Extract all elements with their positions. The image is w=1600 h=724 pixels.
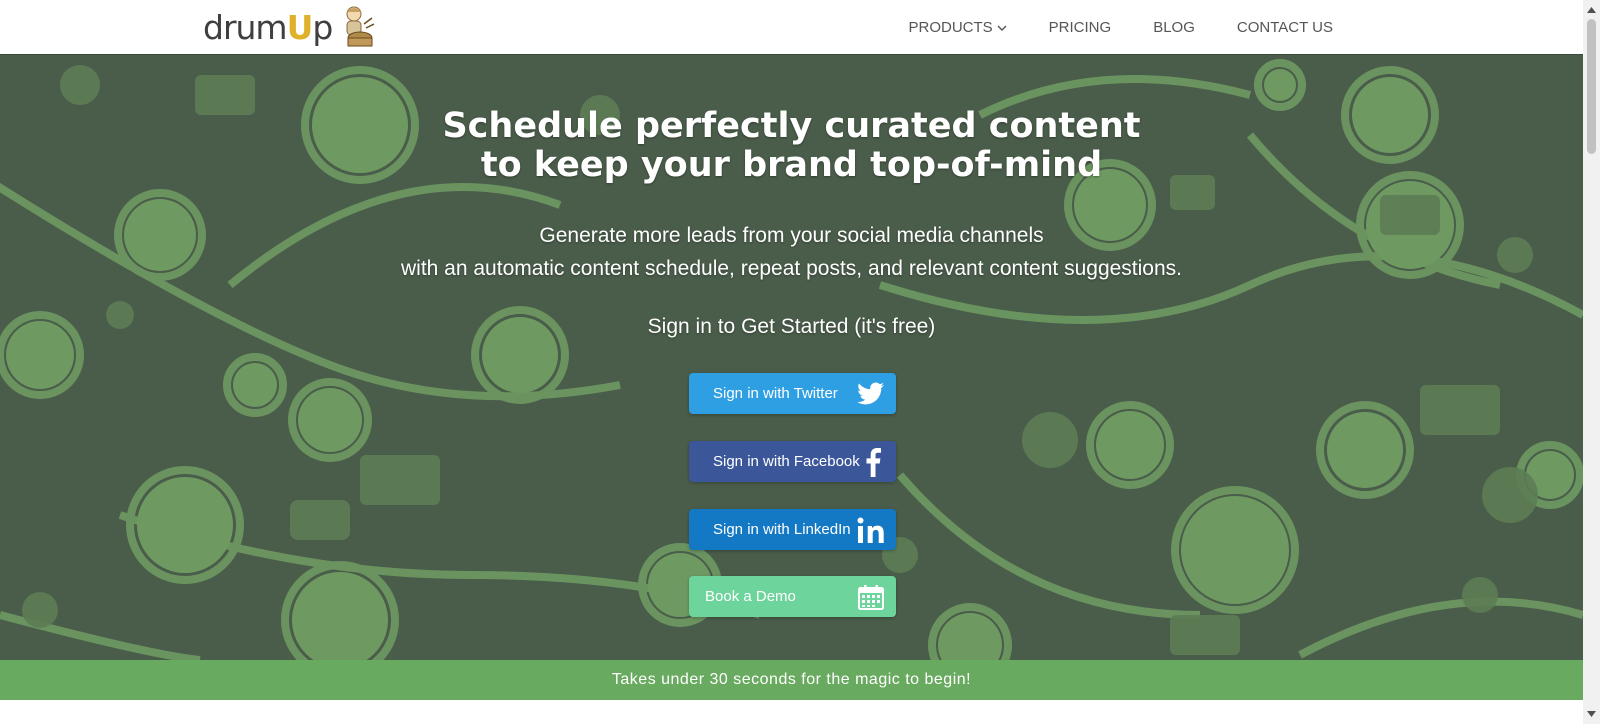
vertical-scrollbar[interactable] (1583, 0, 1600, 724)
hero-subheading-line1: Generate more leads from your social med… (539, 224, 1044, 247)
nav-blog[interactable]: BLOG (1153, 19, 1195, 36)
scroll-down-arrow-icon[interactable] (1583, 706, 1600, 722)
hero-content: Schedule perfectly curated content to ke… (0, 55, 1583, 660)
calendar-icon (856, 582, 886, 612)
hero-headline-line1: Schedule perfectly curated content (442, 106, 1141, 146)
sign-in-linkedin-label: Sign in with LinkedIn (713, 521, 851, 538)
sign-in-twitter-label: Sign in with Twitter (713, 385, 838, 402)
drumup-logo[interactable]: drumUp (203, 4, 376, 50)
twitter-bird-icon (856, 379, 886, 409)
nav-products[interactable]: PRODUCTS (909, 19, 1007, 36)
hero-headline: Schedule perfectly curated content to ke… (0, 107, 1583, 185)
hero-section: Schedule perfectly curated content to ke… (0, 55, 1583, 660)
drummer-mascot-icon (346, 6, 375, 47)
linkedin-in-icon (856, 515, 886, 545)
nav-pricing[interactable]: PRICING (1049, 19, 1112, 36)
signin-prompt: Sign in to Get Started (it's free) (647, 315, 936, 338)
page: drumUp PRODUCTS PRICING BLOG CONTACT US (0, 0, 1600, 724)
sign-in-linkedin-button[interactable]: Sign in with LinkedIn (689, 509, 896, 550)
logo-wordmark: drumUp (203, 7, 333, 47)
hero-subheading: Generate more leads from your social med… (0, 219, 1583, 285)
sign-in-twitter-button[interactable]: Sign in with Twitter (689, 373, 896, 414)
info-banner-text: Takes under 30 seconds for the magic to … (611, 671, 972, 688)
nav-products-label: PRODUCTS (908, 19, 993, 36)
nav-contact-us[interactable]: CONTACT US (1237, 19, 1333, 36)
sign-in-facebook-button[interactable]: Sign in with Facebook (689, 441, 896, 482)
scroll-up-arrow-icon[interactable] (1583, 2, 1600, 18)
hero-headline-line2: to keep your brand top-of-mind (480, 145, 1103, 185)
nav-blog-label: BLOG (1153, 19, 1195, 36)
sign-in-facebook-label: Sign in with Facebook (713, 453, 860, 470)
facebook-f-icon (860, 447, 886, 477)
chevron-down-icon (997, 25, 1007, 31)
nav-pricing-label: PRICING (1048, 19, 1112, 36)
info-banner: Takes under 30 seconds for the magic to … (0, 660, 1583, 700)
hero-subheading-line2: with an automatic content schedule, repe… (401, 257, 1182, 280)
site-header: drumUp PRODUCTS PRICING BLOG CONTACT US (0, 0, 1583, 55)
scrollbar-thumb[interactable] (1587, 19, 1596, 154)
book-demo-button[interactable]: Book a Demo (689, 576, 896, 617)
nav-contact-label: CONTACT US (1236, 19, 1333, 36)
main-nav: PRODUCTS PRICING BLOG CONTACT US (909, 0, 1334, 55)
book-demo-label: Book a Demo (705, 588, 796, 605)
